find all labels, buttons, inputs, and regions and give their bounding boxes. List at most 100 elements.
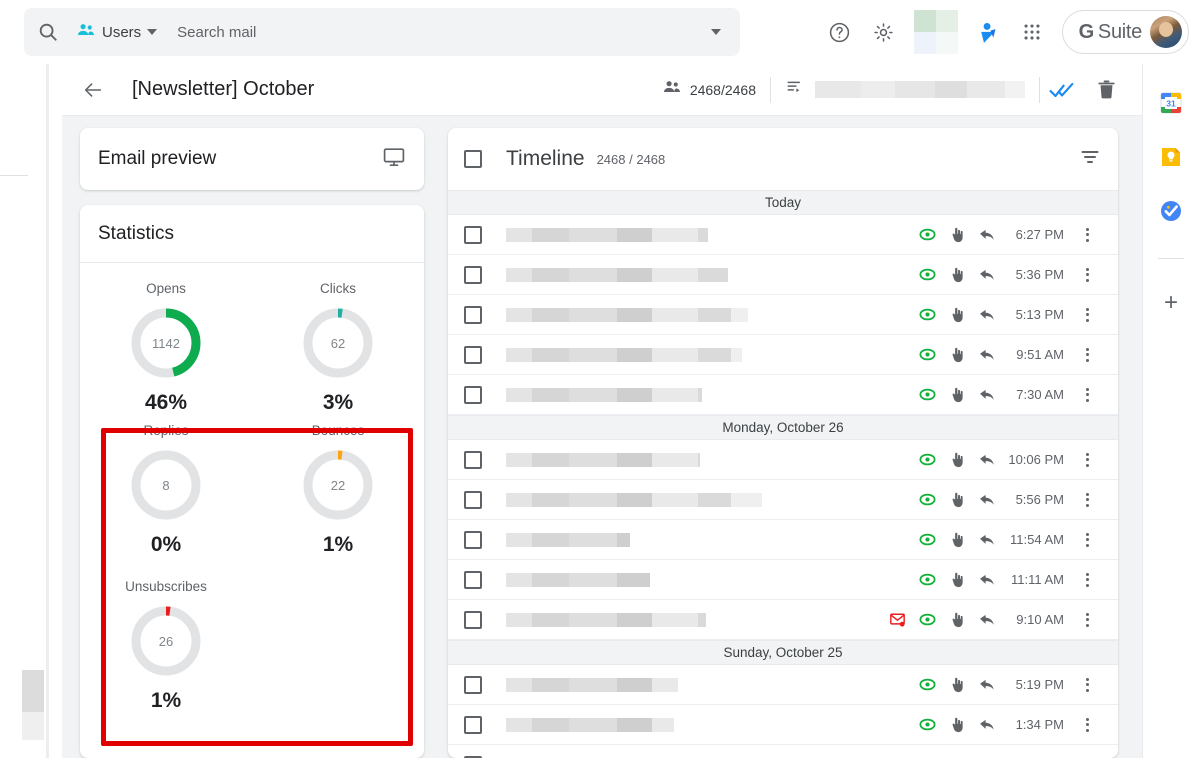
reply-arrow-icon[interactable] [972, 345, 1002, 364]
scope-chip-users[interactable]: Users [72, 20, 157, 45]
click-cursor-icon[interactable] [942, 306, 972, 324]
more-vert-icon[interactable] [1072, 718, 1102, 732]
left-scrollbar-thumb[interactable] [22, 670, 44, 712]
search-input[interactable] [177, 24, 692, 41]
table-row[interactable]: 11:11 AM [448, 560, 1118, 600]
table-row[interactable]: 5:36 PM [448, 255, 1118, 295]
reply-arrow-icon[interactable] [972, 675, 1002, 694]
checkbox-icon[interactable] [464, 266, 482, 284]
click-cursor-icon[interactable] [942, 266, 972, 284]
mailmeteor-bird-icon[interactable] [968, 12, 1008, 52]
avatar[interactable] [1150, 16, 1182, 48]
checkbox-icon[interactable] [464, 571, 482, 589]
open-eye-icon[interactable] [912, 610, 942, 629]
open-eye-icon[interactable] [912, 265, 942, 284]
search-bar[interactable]: Users [24, 8, 740, 56]
left-scrollbar-thumb-secondary[interactable] [22, 712, 44, 740]
click-cursor-icon[interactable] [942, 451, 972, 469]
click-cursor-icon[interactable] [942, 676, 972, 694]
reply-arrow-icon[interactable] [972, 530, 1002, 549]
more-vert-icon[interactable] [1072, 678, 1102, 692]
filter-list-icon[interactable] [1078, 145, 1102, 174]
unsubscribe-envelope-icon[interactable] [882, 611, 912, 628]
click-cursor-icon[interactable] [942, 611, 972, 629]
click-cursor-icon[interactable] [942, 716, 972, 734]
reply-arrow-icon[interactable] [972, 225, 1002, 244]
open-eye-icon[interactable] [912, 715, 942, 734]
google-calendar-icon[interactable]: 31 [1158, 90, 1184, 116]
open-eye-icon[interactable] [912, 530, 942, 549]
checkbox-icon[interactable] [464, 611, 482, 629]
table-row[interactable]: 11:54 AM [448, 520, 1118, 560]
more-vert-icon[interactable] [1072, 493, 1102, 507]
subject-line-group[interactable] [771, 77, 1039, 102]
click-cursor-icon[interactable] [942, 571, 972, 589]
open-eye-icon[interactable] [912, 675, 942, 694]
reply-arrow-icon[interactable] [972, 450, 1002, 469]
left-scrollbar-track[interactable] [46, 64, 49, 758]
search-options-button[interactable] [692, 8, 740, 56]
gear-icon[interactable] [864, 12, 904, 52]
reply-arrow-icon[interactable] [972, 570, 1002, 589]
click-cursor-icon[interactable] [942, 346, 972, 364]
table-row[interactable]: 7:30 AM [448, 375, 1118, 415]
more-vert-icon[interactable] [1072, 573, 1102, 587]
chevron-down-icon[interactable] [147, 29, 157, 35]
apps-grid-icon[interactable] [1012, 12, 1052, 52]
more-vert-icon[interactable] [1072, 613, 1102, 627]
more-vert-icon[interactable] [1072, 388, 1102, 402]
checkbox-icon[interactable] [464, 451, 482, 469]
table-row[interactable] [448, 745, 1118, 758]
google-keep-icon[interactable] [1158, 144, 1184, 170]
open-eye-icon[interactable] [912, 570, 942, 589]
checkbox-icon[interactable] [464, 150, 482, 168]
open-eye-icon[interactable] [912, 450, 942, 469]
google-tasks-icon[interactable] [1158, 198, 1184, 224]
table-row[interactable]: 5:56 PM [448, 480, 1118, 520]
table-row[interactable]: 5:19 PM [448, 665, 1118, 705]
more-vert-icon[interactable] [1072, 453, 1102, 467]
open-eye-icon[interactable] [912, 385, 942, 404]
search-icon[interactable] [24, 8, 72, 56]
reply-arrow-icon[interactable] [972, 715, 1002, 734]
gsuite-account-pill[interactable]: GSuite [1062, 10, 1189, 54]
click-cursor-icon[interactable] [942, 386, 972, 404]
checkbox-icon[interactable] [464, 716, 482, 734]
click-cursor-icon[interactable] [942, 491, 972, 509]
monitor-icon[interactable] [382, 145, 406, 174]
open-eye-icon[interactable] [912, 345, 942, 364]
click-cursor-icon[interactable] [942, 531, 972, 549]
more-vert-icon[interactable] [1072, 348, 1102, 362]
back-arrow-icon[interactable] [80, 77, 106, 103]
trash-icon[interactable] [1084, 68, 1128, 112]
reply-arrow-icon[interactable] [972, 265, 1002, 284]
help-circle-icon[interactable] [820, 12, 860, 52]
table-row[interactable]: 9:51 AM [448, 335, 1118, 375]
checkbox-icon[interactable] [464, 226, 482, 244]
addon-blurred-icon[interactable] [914, 10, 958, 54]
more-vert-icon[interactable] [1072, 533, 1102, 547]
checkbox-icon[interactable] [464, 386, 482, 404]
table-row[interactable]: 9:10 AM [448, 600, 1118, 640]
checkbox-icon[interactable] [464, 306, 482, 324]
open-eye-icon[interactable] [912, 305, 942, 324]
reply-arrow-icon[interactable] [972, 490, 1002, 509]
more-vert-icon[interactable] [1072, 228, 1102, 242]
reply-arrow-icon[interactable] [972, 305, 1002, 324]
table-row[interactable]: 5:13 PM [448, 295, 1118, 335]
more-vert-icon[interactable] [1072, 268, 1102, 282]
table-row[interactable]: 1:34 PM [448, 705, 1118, 745]
reply-arrow-icon[interactable] [972, 385, 1002, 404]
checkbox-icon[interactable] [464, 346, 482, 364]
checkbox-icon[interactable] [464, 491, 482, 509]
open-eye-icon[interactable] [912, 490, 942, 509]
reply-arrow-icon[interactable] [972, 610, 1002, 629]
click-cursor-icon[interactable] [942, 226, 972, 244]
checkbox-icon[interactable] [464, 531, 482, 549]
open-eye-icon[interactable] [912, 225, 942, 244]
add-addon-button[interactable]: + [1164, 291, 1178, 315]
table-row[interactable]: 6:27 PM [448, 215, 1118, 255]
more-vert-icon[interactable] [1072, 308, 1102, 322]
checkbox-icon[interactable] [464, 676, 482, 694]
table-row[interactable]: 10:06 PM [448, 440, 1118, 480]
